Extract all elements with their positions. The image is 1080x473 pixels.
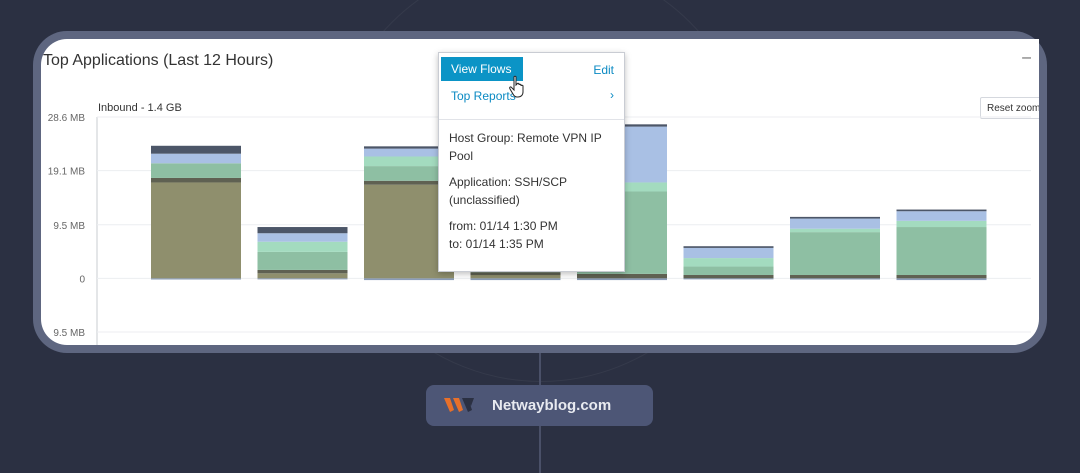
bar-segment[interactable] <box>151 182 241 279</box>
y-tick-label: 19.1 MB <box>48 167 86 178</box>
bar-segment[interactable] <box>470 272 561 276</box>
bar-segment[interactable] <box>896 209 987 212</box>
to-time: to: 01/14 1:35 PM <box>449 237 544 251</box>
edit-link[interactable]: Edit <box>593 63 614 77</box>
hand-pointer-icon <box>509 75 524 98</box>
host-group-line1: Host Group: Remote VPN IP <box>449 131 602 145</box>
bar-segment[interactable] <box>257 241 348 252</box>
bar-segment[interactable] <box>151 177 241 183</box>
bar-segment[interactable] <box>790 275 880 279</box>
host-group-line2: Pool <box>449 149 474 163</box>
bar-negative-segment[interactable] <box>151 278 241 280</box>
bar-segment[interactable] <box>790 218 880 229</box>
bar-segment[interactable] <box>896 211 987 221</box>
bar-segment[interactable] <box>683 246 774 248</box>
bar-segment[interactable] <box>683 258 774 267</box>
bar-segment[interactable] <box>896 227 987 276</box>
bar-negative-segment[interactable] <box>470 278 561 281</box>
bar-segment[interactable] <box>896 275 987 279</box>
netway-logo-icon <box>444 398 474 412</box>
bar-segment[interactable] <box>790 232 880 276</box>
watermark-badge: Netwayblog.com <box>426 385 653 426</box>
popup-divider <box>439 119 624 120</box>
bar-negative-segment[interactable] <box>257 278 348 280</box>
bar-segment[interactable] <box>151 163 241 178</box>
series-label: Inbound - 1.4 GB <box>98 102 182 114</box>
bar-segment[interactable] <box>257 227 348 234</box>
bar-segment[interactable] <box>257 273 348 279</box>
bar-negative-segment[interactable] <box>683 278 774 280</box>
bar-negative-segment[interactable] <box>896 278 987 281</box>
bar-segment[interactable] <box>683 266 774 276</box>
bar-segment[interactable] <box>683 275 774 279</box>
bar-segment[interactable] <box>790 216 880 219</box>
bar-negative-segment[interactable] <box>364 278 454 281</box>
y-tick-label: 0 <box>79 274 85 285</box>
bar-segment[interactable] <box>257 269 348 274</box>
bar-segment[interactable] <box>151 153 241 164</box>
bar-segment[interactable] <box>896 220 987 228</box>
context-popup: View Flows Edit Top Reports › Host Group… <box>438 52 625 272</box>
chevron-right-icon[interactable]: › <box>610 88 614 102</box>
y-tick-label: 9.5 MB <box>53 328 85 339</box>
from-time: from: 01/14 1:30 PM <box>449 219 558 233</box>
bar-segment[interactable] <box>790 228 880 233</box>
y-tick-label: 9.5 MB <box>53 221 85 232</box>
application-line1: Application: SSH/SCP <box>449 175 568 189</box>
bar-negative-segment[interactable] <box>790 278 880 280</box>
bar-segment[interactable] <box>257 251 348 270</box>
bar-segment[interactable] <box>257 233 348 242</box>
y-tick-label: 28.6 MB <box>48 113 86 124</box>
watermark-site: Netwayblog.com <box>492 397 612 414</box>
application-line2: (unclassified) <box>449 193 520 207</box>
bar-segment[interactable] <box>470 275 561 279</box>
bar-segment[interactable] <box>577 273 667 279</box>
bar-negative-segment[interactable] <box>577 278 667 281</box>
bar-segment[interactable] <box>683 247 774 259</box>
bar-segment[interactable] <box>151 145 241 154</box>
top-reports-link[interactable]: Top Reports <box>451 89 516 103</box>
